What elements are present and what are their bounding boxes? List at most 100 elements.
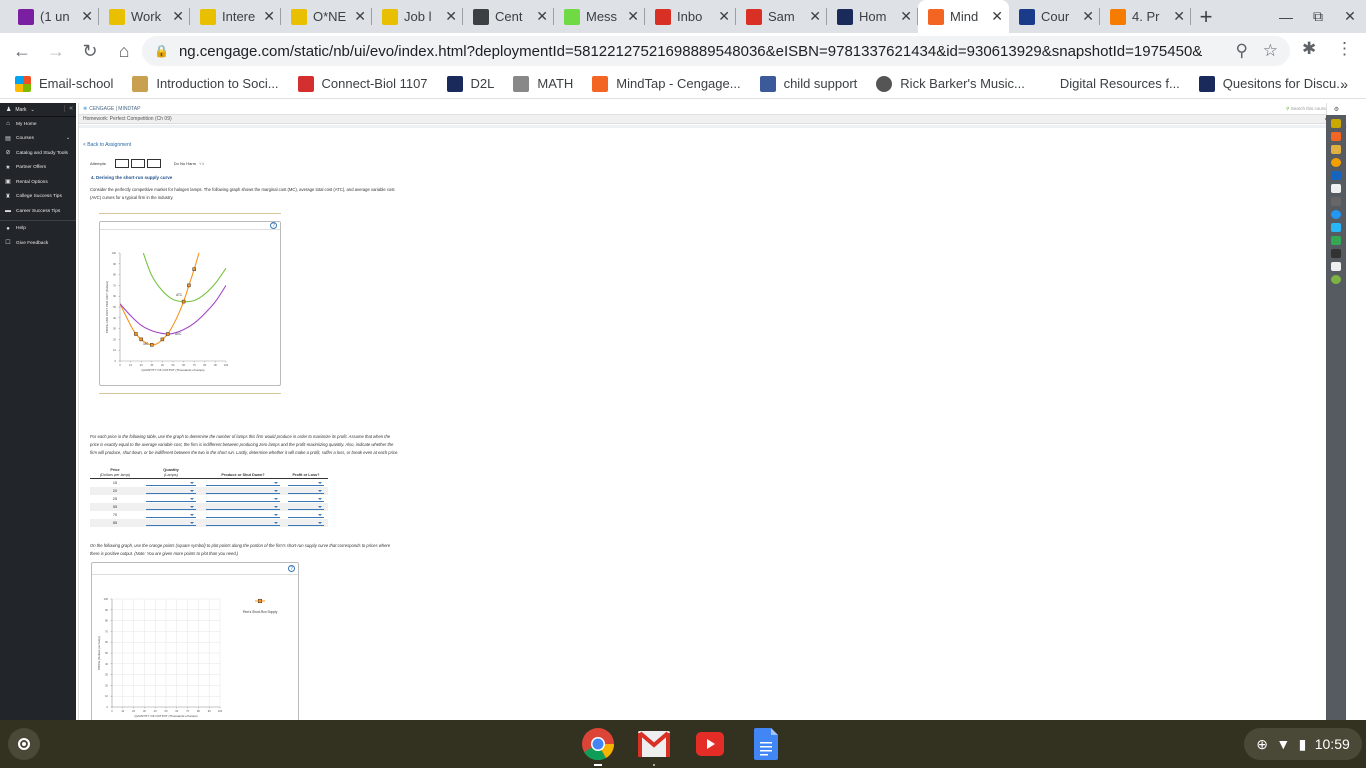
profit-dropdown[interactable] — [288, 480, 324, 486]
profit-dropdown[interactable] — [288, 496, 324, 502]
back-arrow-icon[interactable]: ← — [6, 35, 38, 67]
sidebar-item-help[interactable]: ● Help — [0, 222, 76, 237]
quantity-dropdown[interactable] — [146, 504, 196, 510]
launcher-button[interactable] — [8, 728, 40, 760]
quantity-dropdown[interactable] — [146, 480, 196, 486]
produce-dropdown[interactable] — [206, 504, 280, 510]
sidebar-item-partner-offers[interactable]: ★ Partner Offers — [0, 161, 76, 176]
close-tab-icon[interactable]: ✕ — [263, 8, 275, 25]
bookmark-item[interactable]: Introduction to Soci... — [132, 75, 279, 92]
sidebar-item-college-success-tips[interactable]: ♜ College Success Tips — [0, 190, 76, 205]
close-tab-icon[interactable]: ✕ — [445, 8, 457, 25]
close-tab-icon[interactable]: ✕ — [1082, 8, 1094, 25]
profit-dropdown[interactable] — [288, 512, 324, 518]
bookmark-item[interactable]: Quesitons for Discu... — [1198, 75, 1347, 92]
docs-icon[interactable] — [748, 726, 784, 762]
browser-tab[interactable]: O*NE ✕ — [281, 0, 372, 33]
youtube-icon[interactable] — [692, 726, 728, 762]
help-icon[interactable]: ? — [270, 222, 277, 229]
reload-icon[interactable]: ↻ — [74, 35, 106, 67]
produce-dropdown[interactable] — [206, 512, 280, 518]
sidebar-item-rental-options[interactable]: ▣ Rental Options — [0, 175, 76, 190]
produce-dropdown[interactable] — [206, 488, 280, 494]
home-icon[interactable]: ⌂ — [108, 35, 140, 67]
bookmark-item[interactable]: Rick Barker's Music... — [876, 75, 1025, 92]
address-bar[interactable]: 🔒 ng.cengage.com/static/nb/ui/evo/index.… — [142, 36, 1290, 66]
gmail-icon[interactable] — [636, 726, 672, 766]
bookmark-item[interactable]: MindTap - Cengage... — [592, 75, 741, 92]
sidebar-item-courses[interactable]: ▤ Courses ⌄ — [0, 132, 76, 147]
bookmark-item[interactable]: MATH — [513, 75, 573, 92]
produce-dropdown[interactable] — [206, 480, 280, 486]
close-tab-icon[interactable]: ✕ — [81, 8, 93, 25]
google-drive-icon[interactable] — [1331, 236, 1341, 245]
new-tab-button[interactable]: + — [1191, 0, 1221, 33]
browser-tab[interactable]: Mess ✕ — [554, 0, 645, 33]
close-tab-icon[interactable]: ✕ — [1173, 8, 1185, 25]
back-to-assignment-link[interactable]: < Back to Assignment — [83, 142, 131, 148]
browser-tab[interactable]: Cent ✕ — [463, 0, 554, 33]
sidebar-item-give-feedback[interactable]: ☐ Give Feedback — [0, 236, 76, 251]
browser-tab[interactable]: Intere ✕ — [190, 0, 281, 33]
ring-icon[interactable] — [1331, 275, 1341, 284]
produce-dropdown[interactable] — [206, 496, 280, 502]
collapse-sidebar-icon[interactable]: « — [64, 105, 73, 112]
accessibility-icon[interactable] — [1331, 249, 1341, 258]
settings-gear-icon[interactable]: ⚙ — [1326, 103, 1346, 115]
bookmark-item[interactable]: Digital Resources f... — [1044, 76, 1180, 91]
produce-dropdown[interactable] — [206, 520, 280, 526]
close-tab-icon[interactable]: ✕ — [809, 8, 821, 25]
close-tab-icon[interactable]: ✕ — [718, 8, 730, 25]
sidebar-item-career-success-tips[interactable]: ▬ Career Success Tips — [0, 204, 76, 219]
browser-tab[interactable]: Sam ✕ — [736, 0, 827, 33]
quantity-dropdown[interactable] — [146, 496, 196, 502]
nodes-icon[interactable] — [1331, 197, 1341, 206]
comment-icon[interactable] — [1331, 262, 1341, 271]
forward-arrow-icon[interactable]: → — [40, 35, 72, 67]
legend-supply-point[interactable] — [257, 598, 263, 604]
url-text[interactable]: ng.cengage.com/static/nb/ui/evo/index.ht… — [179, 43, 1202, 60]
course-search[interactable]: ⚲ Search this course — [1286, 106, 1328, 112]
profit-dropdown[interactable] — [288, 488, 324, 494]
browser-tab[interactable]: (1 un ✕ — [8, 0, 99, 33]
bookmark-item[interactable]: D2L — [446, 75, 494, 92]
sidebar-item-my-home[interactable]: ⌂ My Home — [0, 117, 76, 132]
close-tab-icon[interactable]: ✕ — [900, 8, 912, 25]
extensions-puzzle-icon[interactable]: ✱ — [1302, 39, 1316, 59]
zoom-icon[interactable]: ⚲ — [1236, 41, 1248, 61]
app-icon[interactable] — [1331, 210, 1341, 219]
quantity-dropdown[interactable] — [146, 520, 196, 526]
profit-dropdown[interactable] — [288, 504, 324, 510]
browser-tab[interactable]: Inbo ✕ — [645, 0, 736, 33]
supply-graph-svg[interactable]: 0 10 20 30 40 50 60 70 80 90 100 0 10 20 30 40 50 60 70 80 9… — [92, 575, 298, 731]
quantity-dropdown[interactable] — [146, 512, 196, 518]
profit-dropdown[interactable] — [288, 520, 324, 526]
close-tab-icon[interactable]: ✕ — [991, 8, 1003, 25]
browser-tab[interactable]: 4. Pr ✕ — [1100, 0, 1191, 33]
browser-tab[interactable]: Mind ✕ — [918, 0, 1009, 33]
browser-tab[interactable]: Job l ✕ — [372, 0, 463, 33]
restore-icon[interactable]: ⧉ — [1302, 0, 1334, 33]
help-icon[interactable]: ? — [288, 565, 295, 572]
kebab-menu-icon[interactable]: ⋮ — [1336, 39, 1353, 59]
close-window-icon[interactable]: ✕ — [1334, 0, 1366, 33]
more-bookmarks-icon[interactable]: » — [1340, 76, 1348, 92]
bookmark-item[interactable]: child support — [759, 75, 857, 92]
book-icon[interactable] — [1331, 171, 1341, 180]
close-tab-icon[interactable]: ✕ — [172, 8, 184, 25]
status-tray[interactable]: ⊕ ▼ ▮ 10:59 — [1244, 728, 1362, 760]
glossary-icon[interactable] — [1331, 145, 1341, 154]
flashcards-icon[interactable] — [1331, 158, 1341, 167]
minimize-icon[interactable]: — — [1270, 0, 1302, 33]
close-tab-icon[interactable]: ✕ — [536, 8, 548, 25]
browser-tab[interactable]: Hom ✕ — [827, 0, 918, 33]
chrome-icon[interactable] — [580, 726, 616, 766]
highlighter-icon[interactable] — [1331, 119, 1341, 128]
close-tab-icon[interactable]: ✕ — [627, 8, 639, 25]
close-tab-icon[interactable]: ✕ — [354, 8, 366, 25]
sidebar-item-catalog-and-study-tools[interactable]: ⊘ Catalog and Study Tools — [0, 146, 76, 161]
onedrive-icon[interactable] — [1331, 223, 1341, 232]
bookmark-item[interactable]: Email-school — [15, 75, 113, 92]
browser-tab[interactable]: Work ✕ — [99, 0, 190, 33]
bookmark-item[interactable]: Connect-Biol 1107 — [297, 75, 428, 92]
